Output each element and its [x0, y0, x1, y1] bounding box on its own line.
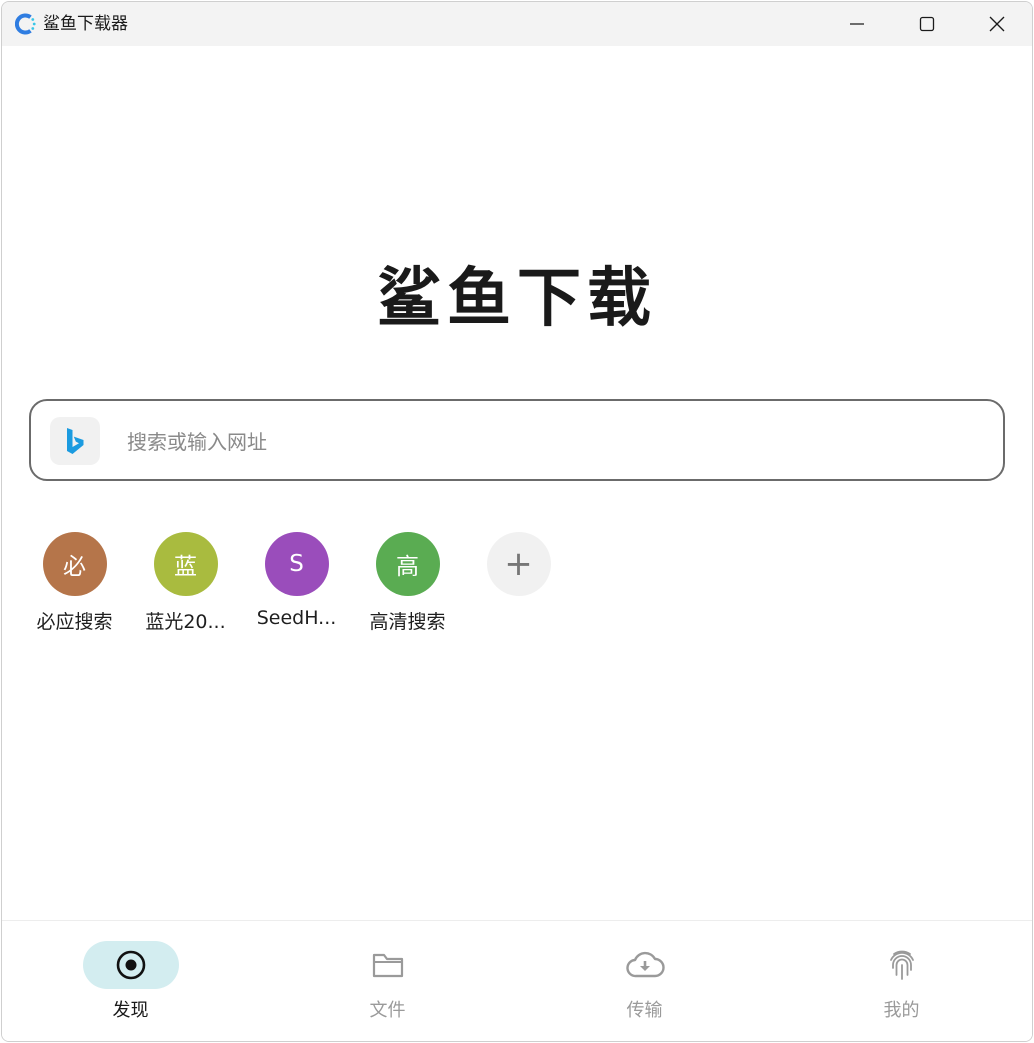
- maximize-button[interactable]: [892, 2, 962, 46]
- cloud-download-icon: [625, 951, 665, 978]
- close-button[interactable]: [962, 2, 1032, 46]
- shortcut-label: 高清搜索: [369, 611, 446, 633]
- shortcut-label: 蓝光20...: [145, 611, 226, 633]
- close-icon: [989, 16, 1005, 32]
- shortcut-avatar: 蓝: [153, 532, 218, 596]
- nav-mine-label: 我的: [883, 1000, 920, 1021]
- nav-transfer-pill: [597, 941, 693, 989]
- nav-transfer[interactable]: 传输: [516, 921, 773, 1041]
- shortcut-seedh[interactable]: S SeedH...: [241, 532, 352, 629]
- search-input[interactable]: [125, 419, 969, 465]
- shortcut-hd-search[interactable]: 高 高清搜索: [352, 532, 463, 634]
- add-shortcut-button[interactable]: +: [463, 532, 574, 596]
- shortcut-avatar: 高: [375, 532, 440, 596]
- search-bar[interactable]: [29, 399, 1005, 481]
- search-engine-button[interactable]: [50, 417, 100, 465]
- nav-discover-pill: [82, 941, 179, 989]
- nav-mine[interactable]: 我的: [773, 921, 1030, 1041]
- hero-title: 鲨鱼下载: [377, 262, 657, 336]
- nav-discover-label: 发现: [112, 1000, 149, 1021]
- window-title: 鲨鱼下载器: [43, 14, 128, 34]
- maximize-icon: [919, 16, 935, 32]
- folder-icon: [372, 953, 403, 978]
- shortcut-label: SeedH...: [256, 607, 337, 629]
- bing-icon: [67, 428, 84, 454]
- shortcut-avatar: 必: [42, 532, 107, 596]
- minimize-icon: [850, 23, 864, 25]
- nav-files-pill: [340, 941, 436, 989]
- app-window: 鲨鱼下载器 鲨鱼下载 必 必应搜索: [1, 1, 1033, 1042]
- nav-files[interactable]: 文件: [259, 921, 516, 1041]
- nav-discover[interactable]: 发现: [2, 921, 259, 1041]
- nav-files-label: 文件: [369, 1000, 406, 1021]
- shortcut-avatar: S: [264, 532, 329, 596]
- add-icon: +: [486, 532, 551, 596]
- shortcut-bing[interactable]: 必 必应搜索: [19, 532, 130, 634]
- minimize-button[interactable]: [822, 2, 892, 46]
- nav-mine-pill: [854, 941, 950, 989]
- nav-transfer-label: 传输: [626, 1000, 663, 1021]
- fingerprint-icon: [889, 950, 914, 980]
- shortcut-label: 必应搜索: [36, 611, 113, 633]
- discover-icon: [116, 950, 145, 980]
- shortcut-bluray[interactable]: 蓝 蓝光20...: [130, 532, 241, 634]
- title-bar[interactable]: 鲨鱼下载器: [2, 2, 1032, 46]
- bottom-navigation: 发现 文件 传输 我的: [2, 920, 1032, 1041]
- app-logo-icon: [15, 13, 36, 35]
